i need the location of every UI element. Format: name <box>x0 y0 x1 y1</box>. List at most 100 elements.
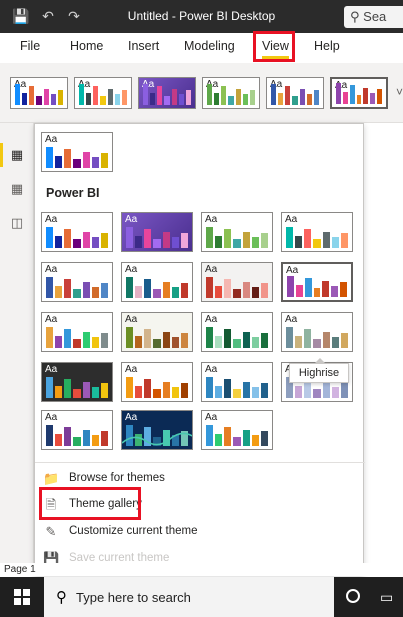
ribbon-theme-thumbnail[interactable]: Aa <box>138 77 196 109</box>
theme-swatch-bars <box>206 226 268 248</box>
theme-swatch-bars <box>286 226 348 248</box>
theme-swatch-bar <box>331 387 339 398</box>
theme-swatch-bar <box>114 94 120 105</box>
theme-swatch-bar <box>73 389 81 398</box>
customize-theme-item[interactable]: ✎ Customize current theme <box>43 522 343 542</box>
theme-swatch-bar <box>286 327 294 348</box>
power-bi-theme-thumbnail[interactable]: Aa <box>121 362 193 402</box>
theme-swatch-bar <box>206 425 214 446</box>
taskbar-search[interactable]: ⚲ Type here to search <box>44 577 334 617</box>
theme-swatch-bar <box>242 429 250 446</box>
chevron-down-icon[interactable]: ˅ <box>396 85 403 99</box>
theme-wave-decoration <box>122 432 192 446</box>
tab-home[interactable]: Home <box>70 39 103 53</box>
tab-modeling[interactable]: Modeling <box>184 39 235 53</box>
theme-swatch-bar <box>178 94 184 105</box>
theme-swatch-bar <box>153 289 161 298</box>
theme-swatch-bar <box>206 227 214 248</box>
cortana-icon[interactable] <box>346 589 360 603</box>
theme-swatch-bar <box>370 93 376 104</box>
power-bi-theme-thumbnail[interactable]: Aa <box>281 212 353 252</box>
power-bi-theme-thumbnail[interactable]: Aa <box>121 212 193 252</box>
tab-file[interactable]: File <box>20 39 40 53</box>
theme-sample-label: Aa <box>125 214 138 225</box>
power-bi-theme-thumbnail[interactable]: Aa <box>201 410 273 450</box>
theme-swatch-bar <box>162 281 170 298</box>
theme-swatch-bar <box>251 287 259 298</box>
power-bi-theme-thumbnail[interactable]: Aa <box>201 212 273 252</box>
theme-swatch-bar <box>153 239 161 248</box>
tab-help[interactable]: Help <box>314 39 340 53</box>
report-view-icon[interactable]: ▦ <box>0 143 25 167</box>
theme-swatch-bar <box>295 335 303 348</box>
data-view-icon[interactable]: ▦ <box>9 181 25 197</box>
theme-sample-label: Aa <box>45 214 58 225</box>
power-bi-theme-thumbnail[interactable]: Aa <box>201 262 273 302</box>
power-bi-theme-thumbnail[interactable]: Aa <box>41 262 113 302</box>
active-view-marker <box>0 143 3 167</box>
theme-swatch-bar <box>251 387 259 398</box>
power-bi-theme-thumbnail[interactable]: Aa <box>121 262 193 302</box>
search-box[interactable]: ⚲ Sea <box>344 6 403 28</box>
theme-swatch-bars <box>287 275 348 297</box>
theme-swatch-bar <box>43 88 49 105</box>
theme-swatch-bar <box>55 235 63 248</box>
power-bi-theme-thumbnail[interactable]: Aa <box>41 212 113 252</box>
power-bi-theme-thumbnail[interactable]: Aa <box>41 312 113 352</box>
theme-swatch-bar <box>356 95 362 104</box>
theme-swatch-bar <box>180 232 188 248</box>
taskbar-search-placeholder: Type here to search <box>76 590 191 605</box>
active-tab-underline <box>262 56 289 59</box>
theme-sample-label: Aa <box>205 364 218 375</box>
browse-themes-item[interactable]: 📁 Browse for themes <box>43 469 343 489</box>
section-power-bi: Power BI <box>46 186 100 200</box>
ribbon-theme-thumbnail[interactable]: Aa <box>74 77 132 109</box>
theme-swatch-bar <box>100 152 108 168</box>
theme-swatch-bar <box>46 425 54 446</box>
theme-swatch-bar <box>295 385 303 398</box>
theme-swatch-bar <box>46 147 54 168</box>
themes-dropdown: Power BI 📁 Browse for themes 🗎 Theme gal… <box>34 123 365 575</box>
theme-swatch-bar <box>36 96 42 105</box>
theme-swatch-bar <box>73 437 81 446</box>
theme-swatch-bar <box>64 379 72 398</box>
power-bi-theme-thumbnail[interactable]: Aa <box>201 362 273 402</box>
power-bi-theme-thumbnail[interactable]: Aa <box>121 312 193 352</box>
power-bi-theme-thumbnail[interactable]: Aa <box>41 410 113 450</box>
theme-swatch-bars <box>271 83 319 105</box>
theme-swatch-bar <box>340 232 348 248</box>
theme-sample-label: Aa <box>205 264 218 275</box>
tab-view-label: View <box>262 39 289 53</box>
theme-swatch-bar <box>292 96 298 105</box>
search-icon: ⚲ <box>56 589 67 606</box>
theme-swatch-bar <box>82 231 90 248</box>
paint-icon: ✎ <box>45 524 57 539</box>
ribbon-theme-thumbnail[interactable]: Aa <box>10 77 68 109</box>
theme-swatch-bar <box>215 433 223 446</box>
power-bi-theme-thumbnail[interactable]: Aa <box>41 362 113 402</box>
theme-swatch-bar <box>91 435 99 446</box>
ribbon-theme-thumbnail[interactable]: Aa <box>330 77 388 109</box>
task-view-icon[interactable]: ▭ <box>380 589 393 606</box>
tab-view[interactable]: View <box>262 39 289 59</box>
theme-swatch-bar <box>285 86 291 105</box>
search-icon: ⚲ <box>350 9 360 24</box>
ribbon-theme-thumbnail[interactable]: Aa <box>202 77 260 109</box>
theme-swatch-bar <box>171 237 179 248</box>
theme-swatch-bar <box>249 89 255 105</box>
theme-swatch-bar <box>295 235 303 248</box>
power-bi-theme-thumbnail[interactable]: Aa <box>281 312 353 352</box>
power-bi-theme-thumbnail[interactable]: Aa <box>121 410 193 450</box>
theme-swatch-bar <box>57 89 63 105</box>
current-theme-thumbnail[interactable]: Aa <box>41 132 113 172</box>
power-bi-theme-thumbnail[interactable]: Aa <box>201 312 273 352</box>
power-bi-theme-thumbnail[interactable]: Aa <box>281 262 353 302</box>
theme-swatch-bar <box>126 377 134 398</box>
theme-swatch-bar <box>260 282 268 298</box>
theme-swatch-bar <box>215 285 223 298</box>
theme-gallery-item[interactable]: 🗎 Theme gallery <box>43 495 343 515</box>
windows-start-icon[interactable] <box>14 589 30 605</box>
ribbon-theme-thumbnail[interactable]: Aa <box>266 77 324 109</box>
model-view-icon[interactable]: ◫ <box>9 215 25 231</box>
tab-insert[interactable]: Insert <box>128 39 159 53</box>
